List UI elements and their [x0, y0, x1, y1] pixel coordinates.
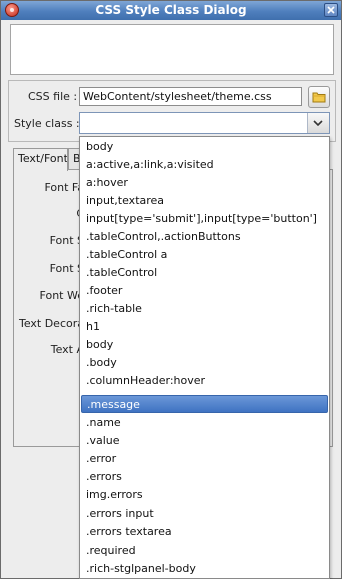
dropdown-option[interactable]: .name	[81, 414, 328, 432]
style-class-dropdown-list[interactable]: body a:active,a:link,a:visited a:hover i…	[79, 136, 330, 579]
dropdown-option[interactable]: input,textarea	[81, 192, 328, 210]
css-style-class-dialog: CSS Style Class Dialog CSS file : WebCon…	[0, 0, 342, 579]
dropdown-option[interactable]: .columnHeader:hover	[81, 372, 328, 390]
dropdown-option[interactable]: .tableControl	[81, 264, 328, 282]
tab-text-font[interactable]: Text/Font	[13, 148, 68, 171]
dropdown-option[interactable]: .value	[81, 432, 328, 450]
dropdown-option[interactable]: .rich-stglpanel-body	[81, 560, 328, 578]
window-title: CSS Style Class Dialog	[95, 3, 247, 17]
style-class-combobox[interactable]	[79, 112, 330, 134]
field-labels: Font Fa C Font S Font S Font We Text Dec…	[14, 170, 84, 370]
dropdown-option[interactable]: .error	[81, 450, 328, 468]
dropdown-option[interactable]: .required	[81, 542, 328, 560]
app-icon	[5, 3, 19, 17]
dropdown-option[interactable]: h1	[81, 318, 328, 336]
dropdown-option[interactable]: .body	[81, 354, 328, 372]
dropdown-option[interactable]: .tableControl,.actionButtons	[81, 228, 328, 246]
dropdown-option[interactable]: img.errors	[81, 486, 328, 504]
close-icon	[327, 6, 335, 14]
dropdown-option[interactable]: .rich-table	[81, 300, 328, 318]
browse-folder-button[interactable]	[308, 86, 330, 108]
close-button[interactable]	[324, 3, 338, 17]
folder-icon	[312, 92, 326, 103]
dropdown-option[interactable]: body	[81, 336, 328, 354]
dropdown-option-selected[interactable]: .message	[81, 395, 328, 413]
text-decoration-label: Text Decora	[18, 317, 84, 330]
dropdown-option[interactable]: input[type='submit'],input[type='button'…	[81, 210, 328, 228]
css-file-input[interactable]: WebContent/stylesheet/theme.css	[79, 87, 302, 106]
dropdown-option[interactable]: .errors textarea	[81, 523, 328, 541]
description-area	[10, 24, 334, 75]
title-bar[interactable]: CSS Style Class Dialog	[1, 1, 341, 20]
dropdown-option[interactable]: a:active,a:link,a:visited	[81, 156, 328, 174]
dropdown-option[interactable]: .errors	[81, 468, 328, 486]
dropdown-option[interactable]: .footer	[81, 282, 328, 300]
dropdown-option[interactable]: a:hover	[81, 174, 328, 192]
style-class-label: Style class :	[14, 117, 80, 130]
dropdown-option[interactable]: .tableControl a	[81, 246, 328, 264]
font-weight-label: Font We	[39, 289, 84, 302]
dropdown-option[interactable]: body	[81, 138, 328, 156]
css-file-label: CSS file :	[28, 90, 78, 103]
chevron-down-icon	[313, 120, 323, 126]
dropdown-option[interactable]: .errors input	[81, 505, 328, 523]
combobox-arrow-button[interactable]	[307, 113, 329, 133]
